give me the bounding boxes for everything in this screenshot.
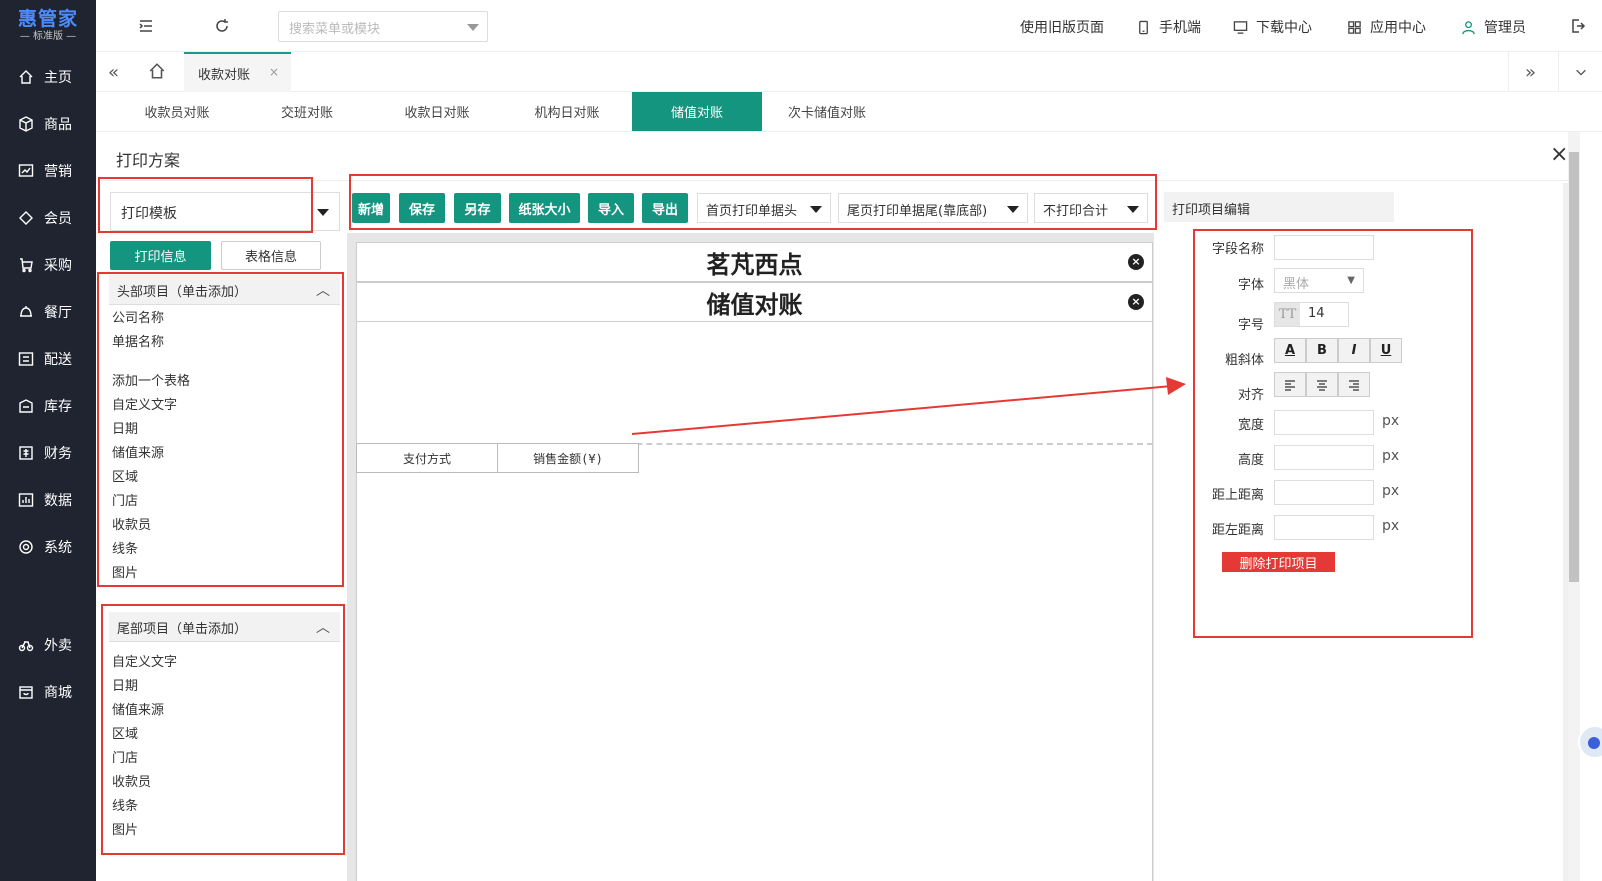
sidebar-item-label: 数据 bbox=[44, 493, 72, 509]
settings-icon bbox=[18, 539, 34, 555]
diamond-icon bbox=[18, 210, 34, 226]
sidebar-item-label: 系统 bbox=[44, 540, 72, 556]
box-icon bbox=[18, 116, 34, 132]
annotation-box-toolbar bbox=[349, 174, 1157, 230]
refresh-icon[interactable] bbox=[212, 16, 232, 36]
scrollbar-thumb[interactable] bbox=[1569, 152, 1579, 582]
top-bar: 搜索菜单或模块 使用旧版页面 手机端 下载中心 应用中心 管理员 bbox=[96, 0, 1602, 52]
sidebar-item-system[interactable]: 系统 bbox=[0, 532, 96, 562]
sidebar-item-label: 商城 bbox=[44, 685, 72, 701]
sidebar-item-delivery[interactable]: 配送 bbox=[0, 344, 96, 374]
print-paper[interactable] bbox=[356, 242, 1153, 881]
sidebar-item-label: 商品 bbox=[44, 117, 72, 133]
annotation-box-editor bbox=[1193, 229, 1473, 638]
tabs-scroll-left-icon[interactable]: « bbox=[108, 62, 119, 83]
mobile-link[interactable]: 手机端 bbox=[1136, 17, 1201, 37]
phone-icon bbox=[1139, 20, 1148, 34]
sidebar-item-data[interactable]: 数据 bbox=[0, 485, 96, 515]
assistant-dot bbox=[1588, 737, 1600, 749]
home-icon bbox=[18, 69, 34, 85]
tab-close-icon[interactable]: × bbox=[269, 65, 279, 79]
home-tab-icon[interactable] bbox=[148, 62, 166, 84]
app-logo[interactable]: 惠管家 — 标准版 — bbox=[0, 8, 96, 44]
sidebar-item-purchase[interactable]: 采购 bbox=[0, 250, 96, 280]
tabs-dropdown-icon[interactable] bbox=[1558, 52, 1602, 92]
app-center-link[interactable]: 应用中心 bbox=[1347, 17, 1426, 37]
subtab-card-stored-value[interactable]: 次卡储值对账 bbox=[762, 92, 892, 131]
tab-payment-reconciliation[interactable]: 收款对账 × bbox=[184, 52, 291, 92]
subtab-shift[interactable]: 交班对账 bbox=[242, 92, 372, 131]
sidebar-item-marketing[interactable]: 营销 bbox=[0, 156, 96, 186]
table-col-sales-amount[interactable]: 销售金额(¥) bbox=[497, 443, 639, 473]
delivery-icon bbox=[18, 351, 34, 367]
sidebar-item-mall[interactable]: 商城 bbox=[0, 677, 96, 707]
sidebar-item-members[interactable]: 会员 bbox=[0, 203, 96, 233]
sidebar-item-finance[interactable]: 财务 bbox=[0, 438, 96, 468]
user-icon bbox=[1462, 20, 1475, 34]
shop-icon bbox=[18, 684, 34, 700]
sidebar-item-label: 营销 bbox=[44, 164, 72, 180]
chevron-down-icon bbox=[467, 24, 479, 31]
subtab-stored-value[interactable]: 储值对账 bbox=[632, 92, 762, 131]
finance-icon bbox=[18, 445, 34, 461]
sidebar: 惠管家 — 标准版 — 主页 商品 营销 会员 采购 餐厅 配送 库存 财务 数… bbox=[0, 0, 96, 881]
monitor-icon bbox=[1233, 20, 1248, 34]
print-title-document[interactable]: 储值对账 × bbox=[356, 282, 1153, 322]
page-scrollbar[interactable] bbox=[1568, 132, 1580, 881]
apps-icon bbox=[1348, 20, 1361, 34]
item-editor-header: 打印项目编辑 bbox=[1164, 192, 1394, 222]
cart-icon bbox=[18, 257, 34, 273]
search-input[interactable]: 搜索菜单或模块 bbox=[278, 11, 488, 42]
old-version-link[interactable]: 使用旧版页面 bbox=[1020, 17, 1104, 37]
bell-icon bbox=[18, 304, 34, 320]
remove-icon[interactable]: × bbox=[1128, 254, 1144, 270]
download-center-link[interactable]: 下载中心 bbox=[1233, 17, 1312, 37]
sidebar-item-label: 配送 bbox=[44, 352, 72, 368]
close-panel-button[interactable]: × bbox=[1550, 144, 1568, 166]
sidebar-item-takeout[interactable]: 外卖 bbox=[0, 630, 96, 660]
subtab-daily[interactable]: 收款日对账 bbox=[372, 92, 502, 131]
sidebar-item-label: 外卖 bbox=[44, 638, 72, 654]
sidebar-item-label: 餐厅 bbox=[44, 305, 72, 321]
sidebar-item-label: 库存 bbox=[44, 399, 72, 415]
chart-icon bbox=[18, 163, 34, 179]
logo-main: 惠管家 bbox=[17, 8, 78, 30]
warehouse-icon bbox=[18, 398, 34, 414]
sidebar-item-products[interactable]: 商品 bbox=[0, 109, 96, 139]
table-col-payment-method[interactable]: 支付方式 bbox=[356, 443, 498, 473]
chevron-down-icon bbox=[317, 209, 329, 216]
tabs-scroll-right-icon[interactable]: » bbox=[1508, 52, 1552, 92]
panel-title: 打印方案 bbox=[116, 151, 181, 170]
logout-icon[interactable] bbox=[1568, 16, 1588, 36]
menu-collapse-icon[interactable] bbox=[136, 16, 156, 36]
sidebar-item-restaurant[interactable]: 餐厅 bbox=[0, 297, 96, 327]
logo-sub: — 标准版 — bbox=[19, 31, 77, 42]
sidebar-item-label: 会员 bbox=[44, 211, 72, 227]
subtab-cashier[interactable]: 收款员对账 bbox=[112, 92, 242, 131]
annotation-box-head-items bbox=[97, 272, 344, 587]
print-info-button[interactable]: 打印信息 bbox=[110, 241, 211, 270]
annotation-box-tail-items bbox=[101, 604, 345, 855]
table-info-button[interactable]: 表格信息 bbox=[221, 241, 321, 270]
sidebar-item-label: 主页 bbox=[44, 70, 72, 86]
sidebar-item-label: 采购 bbox=[44, 258, 72, 274]
floating-assistant-icon[interactable] bbox=[1578, 725, 1602, 759]
user-menu[interactable]: 管理员 bbox=[1461, 17, 1526, 37]
subtab-org-daily[interactable]: 机构日对账 bbox=[502, 92, 632, 131]
reconciliation-subtabs: 收款员对账 交班对账 收款日对账 机构日对账 储值对账 次卡储值对账 bbox=[96, 92, 1602, 132]
data-icon bbox=[18, 492, 34, 508]
remove-icon[interactable]: × bbox=[1128, 294, 1144, 310]
print-title-company[interactable]: 茗芃西点 × bbox=[356, 242, 1153, 282]
bike-icon bbox=[18, 637, 34, 653]
sidebar-item-home[interactable]: 主页 bbox=[0, 62, 96, 92]
sidebar-item-inventory[interactable]: 库存 bbox=[0, 391, 96, 421]
annotation-box-template bbox=[98, 177, 313, 233]
sidebar-item-label: 财务 bbox=[44, 446, 72, 462]
page-tabs: « 收款对账 × » bbox=[96, 52, 1602, 92]
